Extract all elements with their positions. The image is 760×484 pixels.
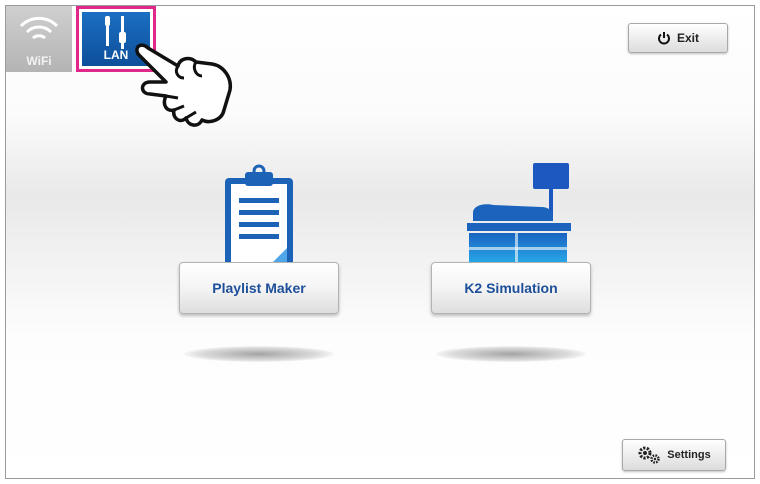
wifi-tab[interactable]: WiFi xyxy=(6,6,72,72)
exit-button[interactable]: Exit xyxy=(628,23,728,53)
k2-simulation-button[interactable]: K2 Simulation xyxy=(431,262,591,314)
k2-simulation-shadow xyxy=(436,346,586,362)
playlist-maker-label: Playlist Maker xyxy=(212,280,306,296)
power-icon xyxy=(658,32,670,45)
wifi-tab-label: WiFi xyxy=(26,54,52,68)
pointing-hand-icon xyxy=(135,43,233,127)
playlist-maker-button[interactable]: Playlist Maker xyxy=(179,262,339,314)
settings-button-label: Settings xyxy=(667,449,711,461)
playlist-maker-shadow xyxy=(184,346,334,362)
main-screen: WiFi LAN Exit Playlist Maker K2 Simulati… xyxy=(5,5,755,479)
wifi-icon xyxy=(19,16,59,40)
k2-simulation-label: K2 Simulation xyxy=(464,280,558,296)
gears-icon xyxy=(638,446,661,464)
settings-button[interactable]: Settings xyxy=(622,439,726,471)
clipboard-icon xyxy=(225,164,293,270)
exit-button-label: Exit xyxy=(676,31,699,45)
